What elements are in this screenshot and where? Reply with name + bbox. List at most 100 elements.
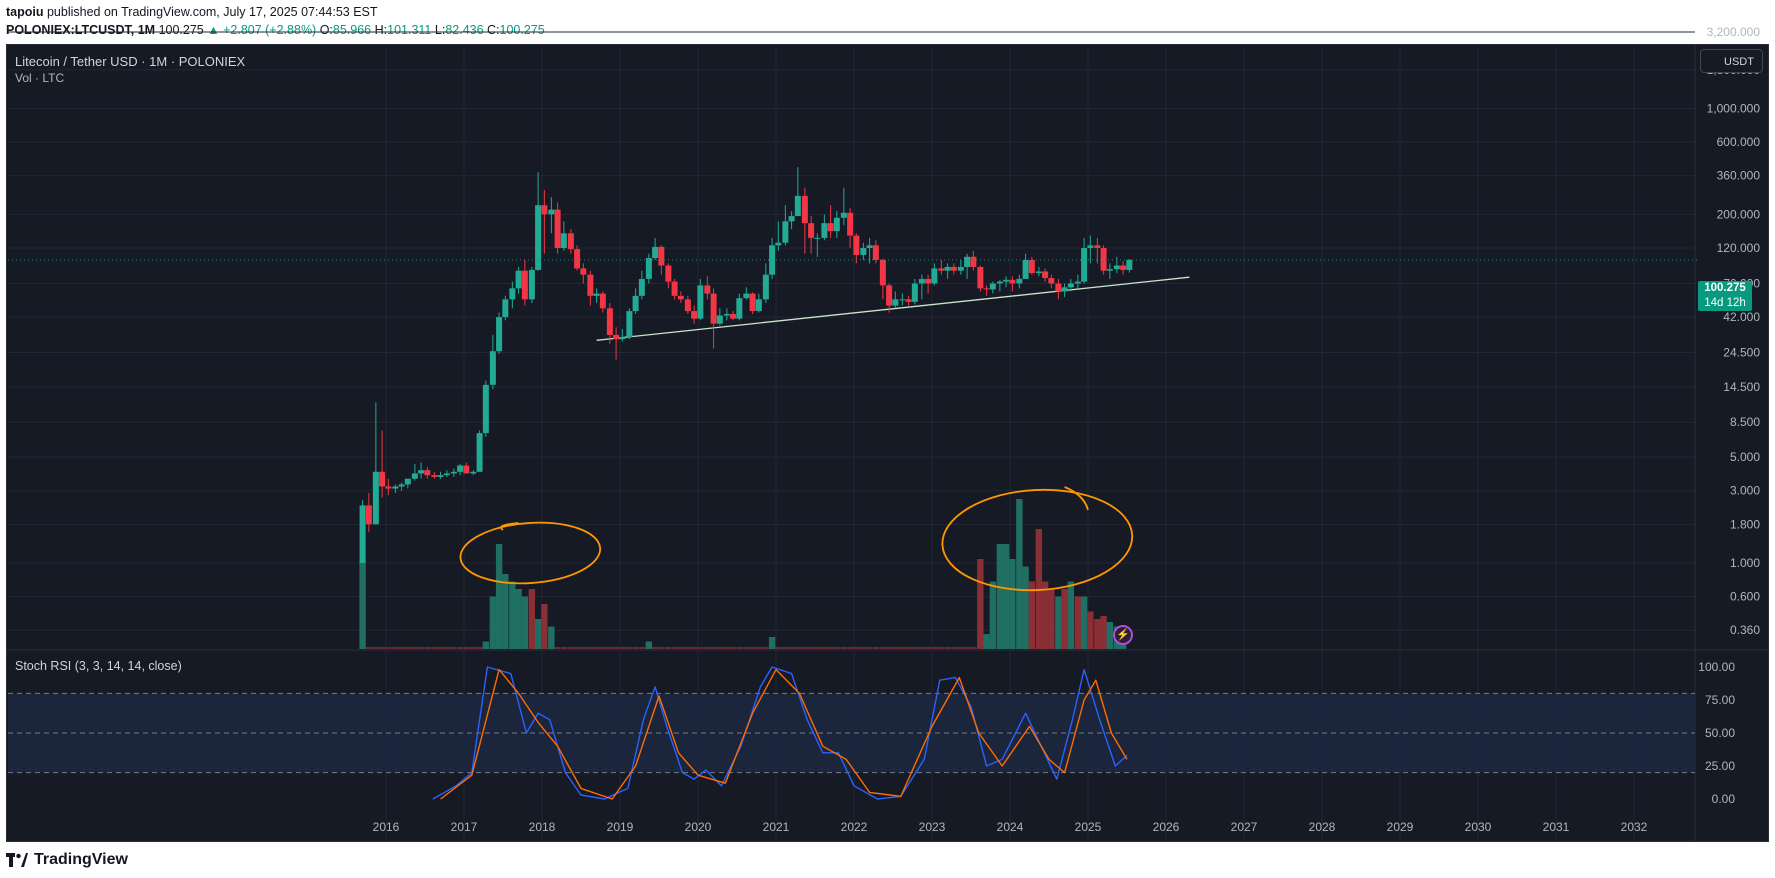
volume-bar-baseline xyxy=(463,647,470,649)
candle-body xyxy=(775,242,782,246)
candle-body xyxy=(1094,245,1101,249)
chart-canvas[interactable]: 2016 2017 2018 2019 2020 2021 2022 2023 2024 2025… xyxy=(0,0,1775,878)
candle-body xyxy=(528,269,535,300)
candle-body xyxy=(431,475,438,477)
candle-body xyxy=(1100,248,1107,271)
currency-button[interactable]: USDT xyxy=(1700,49,1763,73)
candle-body xyxy=(1003,279,1010,282)
candle-body xyxy=(372,471,379,525)
candle-body xyxy=(808,223,815,238)
volume-bar xyxy=(359,559,366,649)
candle-body xyxy=(385,486,392,489)
candle-body xyxy=(782,221,789,243)
volume-bar xyxy=(768,637,776,649)
volume-bar xyxy=(1100,616,1107,649)
candle-body xyxy=(1061,287,1068,292)
candle-body xyxy=(736,298,743,319)
current-price-value: 100.275 xyxy=(1704,282,1746,294)
candle-body xyxy=(950,266,957,271)
candle-body xyxy=(710,293,717,324)
volume-bar-baseline xyxy=(554,647,561,649)
volume-bar xyxy=(1074,596,1082,649)
candle-body xyxy=(905,299,912,302)
volume-bar-baseline xyxy=(600,647,607,649)
volume-bar-baseline xyxy=(606,647,613,649)
volume-bar-baseline xyxy=(762,647,769,649)
volume-bar xyxy=(1028,581,1036,649)
volume-bar-baseline xyxy=(970,647,977,649)
price-axis-tick-label: 24.500 xyxy=(1723,346,1760,360)
candle-body xyxy=(560,233,567,249)
candle-body xyxy=(983,288,990,290)
volume-bar xyxy=(541,604,548,649)
volume-legend[interactable]: Vol · LTC xyxy=(15,70,245,87)
candle-body xyxy=(918,278,925,284)
candle-body xyxy=(1074,281,1081,284)
candle-body xyxy=(502,299,509,318)
annotation-circle xyxy=(459,521,602,585)
candle-body xyxy=(970,256,977,267)
volume-bar-baseline xyxy=(613,647,620,649)
candle-body xyxy=(665,265,672,282)
volume-bar-baseline xyxy=(379,647,386,649)
price-axis-tick-label: 1.800 xyxy=(1730,517,1760,531)
main-legend: Litecoin / Tether USD · 1M · POLONIEX Vo… xyxy=(15,53,245,87)
volume-bar-baseline xyxy=(782,647,789,649)
x-axis-tick-label: 2021 xyxy=(763,820,790,834)
stoch-rsi-legend[interactable]: Stoch RSI (3, 3, 14, 14, close) xyxy=(15,659,182,673)
candle-body xyxy=(404,478,411,485)
rsi-axis-tick-label: 100.00 xyxy=(1698,660,1735,674)
current-price-tag: 100.275 14d 12h xyxy=(1698,281,1752,311)
candle-body xyxy=(801,195,808,224)
candle-body xyxy=(574,249,581,269)
candle-body xyxy=(892,299,899,306)
volume-bar xyxy=(548,626,555,649)
price-axis-tick-label: 360.000 xyxy=(1717,169,1761,183)
volume-bar xyxy=(1055,596,1062,649)
volume-bar-baseline xyxy=(730,647,737,649)
volume-bar-baseline xyxy=(957,647,964,649)
candle-body xyxy=(658,246,665,266)
candle-body xyxy=(847,212,854,236)
candle-body xyxy=(697,285,704,319)
volume-bar-baseline xyxy=(431,647,438,649)
x-axis-tick-label: 2023 xyxy=(919,820,946,834)
volume-bar-baseline xyxy=(697,647,704,649)
volume-bar-baseline xyxy=(450,647,457,649)
volume-bar-baseline xyxy=(795,647,802,649)
x-axis-tick-label: 2025 xyxy=(1075,820,1102,834)
rsi-axis-tick-label: 0.00 xyxy=(1712,792,1736,806)
volume-bar-baseline xyxy=(574,647,581,649)
volume-bar-baseline xyxy=(671,647,678,649)
price-axis-tick-label: 3,200.000 xyxy=(1707,25,1761,39)
candle-body xyxy=(1035,271,1042,274)
volume-bar-baseline xyxy=(658,647,665,649)
candle-body xyxy=(840,212,847,218)
volume-bar xyxy=(521,596,529,649)
x-axis-tick-label: 2027 xyxy=(1231,820,1258,834)
volume-bar-baseline xyxy=(821,647,828,649)
volume-bar xyxy=(509,581,516,649)
volume-bar-baseline xyxy=(834,647,841,649)
volume-bar-baseline xyxy=(743,647,750,649)
symbol-title[interactable]: Litecoin / Tether USD · 1M · POLONIEX xyxy=(15,53,245,70)
volume-bar-baseline xyxy=(925,647,932,649)
x-axis-tick-label: 2022 xyxy=(841,820,868,834)
candle-body xyxy=(911,283,918,302)
volume-bar-baseline xyxy=(626,647,633,649)
volume-bar xyxy=(1094,619,1101,649)
candle-body xyxy=(548,209,555,215)
volume-bar-baseline xyxy=(470,647,477,649)
lightning-icon[interactable]: ⚡ xyxy=(1113,625,1133,645)
volume-bar-baseline xyxy=(931,647,938,649)
candle-body xyxy=(1126,259,1133,270)
volume-bar xyxy=(534,619,542,649)
candle-body xyxy=(833,217,840,232)
candle-body xyxy=(496,317,503,352)
rsi-axis-tick-label: 75.00 xyxy=(1705,693,1735,707)
volume-bar-baseline xyxy=(665,647,672,649)
candle-body xyxy=(879,260,886,286)
volume-bar-baseline xyxy=(847,647,854,649)
candle-body xyxy=(814,237,821,239)
price-axis-tick-label: 600.000 xyxy=(1717,135,1761,149)
